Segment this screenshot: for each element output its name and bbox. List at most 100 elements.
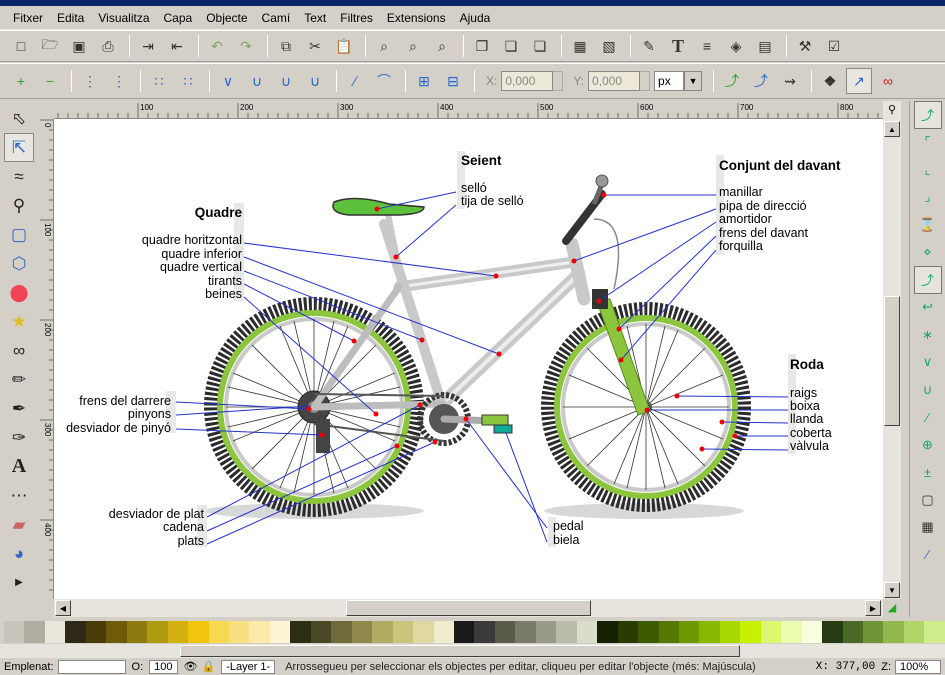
snap-page-border-icon[interactable]: ▢	[914, 486, 942, 514]
scroll-down-arrow-icon[interactable]: ▼	[884, 582, 900, 598]
3d-box-tool-icon[interactable]: ⬡	[4, 249, 34, 278]
xml-editor-icon[interactable]: ◈	[723, 33, 749, 59]
cut-icon[interactable]: ✂	[302, 33, 328, 59]
node-cusp-icon[interactable]: ∨	[215, 68, 241, 94]
scroll-left-arrow-icon[interactable]: ◀	[55, 600, 71, 616]
palette-swatch[interactable]	[167, 621, 189, 643]
palette-swatch[interactable]	[310, 621, 332, 643]
palette-swatch[interactable]	[576, 621, 598, 643]
unit-dropdown-arrow[interactable]: ▼	[684, 71, 703, 91]
snap-toggle-icon[interactable]: ⤴	[913, 101, 942, 129]
zoom-drawing-icon[interactable]: ⌕	[400, 33, 426, 59]
palette-swatch[interactable]	[392, 621, 414, 643]
y-coordinate-input[interactable]: 0,000	[588, 71, 641, 91]
paste-icon[interactable]: 📋	[331, 33, 357, 59]
palette-swatch[interactable]	[903, 621, 925, 643]
palette-swatch[interactable]	[433, 621, 454, 643]
palette-swatch[interactable]	[719, 621, 741, 643]
y-spin-button[interactable]	[640, 71, 651, 91]
palette-swatch[interactable]	[556, 621, 577, 643]
palette-swatch[interactable]	[801, 621, 823, 643]
selector-tool-icon[interactable]: ⬁	[4, 104, 34, 133]
delete-segment-icon[interactable]: ∷	[175, 68, 201, 94]
import-icon[interactable]: ⇥	[135, 33, 161, 59]
vertical-scrollbar[interactable]: ⚲ ▲ ▼	[883, 101, 901, 599]
palette-swatch[interactable]	[658, 621, 679, 643]
segment-line-icon[interactable]: ∕	[342, 68, 368, 94]
palette-swatch[interactable]	[147, 621, 168, 643]
layer-select[interactable]: -Layer 1-	[221, 659, 276, 674]
snap-grid-icon[interactable]: ▦	[914, 514, 942, 542]
pencil-tool-icon[interactable]: ✏	[4, 365, 34, 394]
star-tool-icon[interactable]: ★	[4, 307, 34, 336]
calligraphy-tool-icon[interactable]: ✑	[4, 423, 34, 452]
snap-rotation-center-icon[interactable]: ±	[914, 459, 942, 487]
scroll-right-arrow-icon[interactable]: ▶	[865, 600, 881, 616]
palette-swatch[interactable]	[413, 621, 434, 643]
palette-swatch[interactable]	[699, 621, 720, 643]
layers-icon[interactable]: ≡	[694, 33, 720, 59]
palette-swatch[interactable]	[24, 621, 45, 643]
tweak-tool-icon[interactable]: ≈	[4, 162, 34, 191]
transform-handles-icon[interactable]: ❖	[817, 68, 843, 94]
snap-bbox-icon[interactable]: ⌜	[914, 129, 942, 157]
palette-swatch[interactable]	[638, 621, 659, 643]
zoom-selection-icon[interactable]: ⌕	[371, 33, 397, 59]
edit-clip-icon[interactable]: ⇝	[777, 68, 803, 94]
palette-swatch[interactable]	[740, 621, 761, 643]
palette-swatch[interactable]	[863, 621, 884, 643]
eraser-tool-icon[interactable]: ▰	[4, 510, 34, 539]
palette-swatch[interactable]	[597, 621, 618, 643]
snap-cusp-nodes-icon[interactable]: ∨	[914, 349, 942, 377]
palette-swatch[interactable]	[515, 621, 536, 643]
palette-swatch[interactable]	[106, 621, 127, 643]
snap-intersections-icon[interactable]: ∗	[914, 321, 942, 349]
palette-swatch[interactable]	[351, 621, 373, 643]
copy-icon[interactable]: ⧉	[273, 33, 299, 59]
palette-scroll-thumb[interactable]	[180, 645, 740, 657]
insert-node-icon[interactable]: +	[8, 68, 34, 94]
palette-swatch[interactable]	[65, 621, 86, 643]
undo-icon[interactable]: ↶	[204, 33, 230, 59]
snap-bbox-midpoint-icon[interactable]: ⌛	[914, 211, 942, 239]
palette-swatch[interactable]	[781, 621, 802, 643]
paint-bucket-tool-icon[interactable]: ◕	[4, 539, 34, 568]
text-font-icon[interactable]: T	[665, 33, 691, 59]
new-document-icon[interactable]: □	[8, 33, 34, 59]
menu-view[interactable]: Visualitza	[91, 11, 156, 25]
layer-lock-icon[interactable]: 🔒	[201, 660, 215, 673]
save-icon[interactable]: ▣	[66, 33, 92, 59]
vertical-ruler[interactable]: 0100200300400500	[38, 119, 54, 599]
palette-swatch[interactable]	[822, 621, 843, 643]
pen-tool-icon[interactable]: ✒	[4, 394, 34, 423]
spiral-tool-icon[interactable]: ∞	[4, 336, 34, 365]
palette-swatch[interactable]	[4, 621, 25, 643]
break-path-icon[interactable]: ⋮	[106, 68, 132, 94]
delete-node-icon[interactable]: −	[37, 68, 63, 94]
align-distribute-icon[interactable]: ▤	[752, 33, 778, 59]
ungroup-icon[interactable]: ▧	[596, 33, 622, 59]
palette-swatch[interactable]	[760, 621, 782, 643]
menu-layer[interactable]: Capa	[157, 11, 200, 25]
join-segment-icon[interactable]: ∷	[146, 68, 172, 94]
unit-select[interactable]: px	[654, 71, 685, 91]
palette-swatch[interactable]	[290, 621, 311, 643]
palette-swatch[interactable]	[44, 621, 66, 643]
zoom-tool-icon[interactable]: ⚲	[4, 191, 34, 220]
palette-swatch[interactable]	[126, 621, 148, 643]
palette-swatch[interactable]	[678, 621, 700, 643]
more-tools-arrow-icon[interactable]: ▶	[4, 568, 34, 597]
unlink-clone-icon[interactable]: ❏	[527, 33, 553, 59]
menu-edit[interactable]: Edita	[50, 11, 91, 25]
show-handles-icon[interactable]: ⤴	[719, 68, 745, 94]
palette-swatch[interactable]	[228, 621, 250, 643]
menu-object[interactable]: Objecte	[199, 11, 254, 25]
color-managed-view-icon[interactable]: ◢	[883, 599, 901, 617]
menu-text[interactable]: Text	[297, 11, 333, 25]
menu-extensions[interactable]: Extensions	[380, 11, 453, 25]
print-icon[interactable]: ⎙	[95, 33, 121, 59]
palette-swatch[interactable]	[208, 621, 229, 643]
node-auto-icon[interactable]: ∪	[302, 68, 328, 94]
clone-icon[interactable]: ❏	[498, 33, 524, 59]
menu-help[interactable]: Ajuda	[453, 11, 498, 25]
